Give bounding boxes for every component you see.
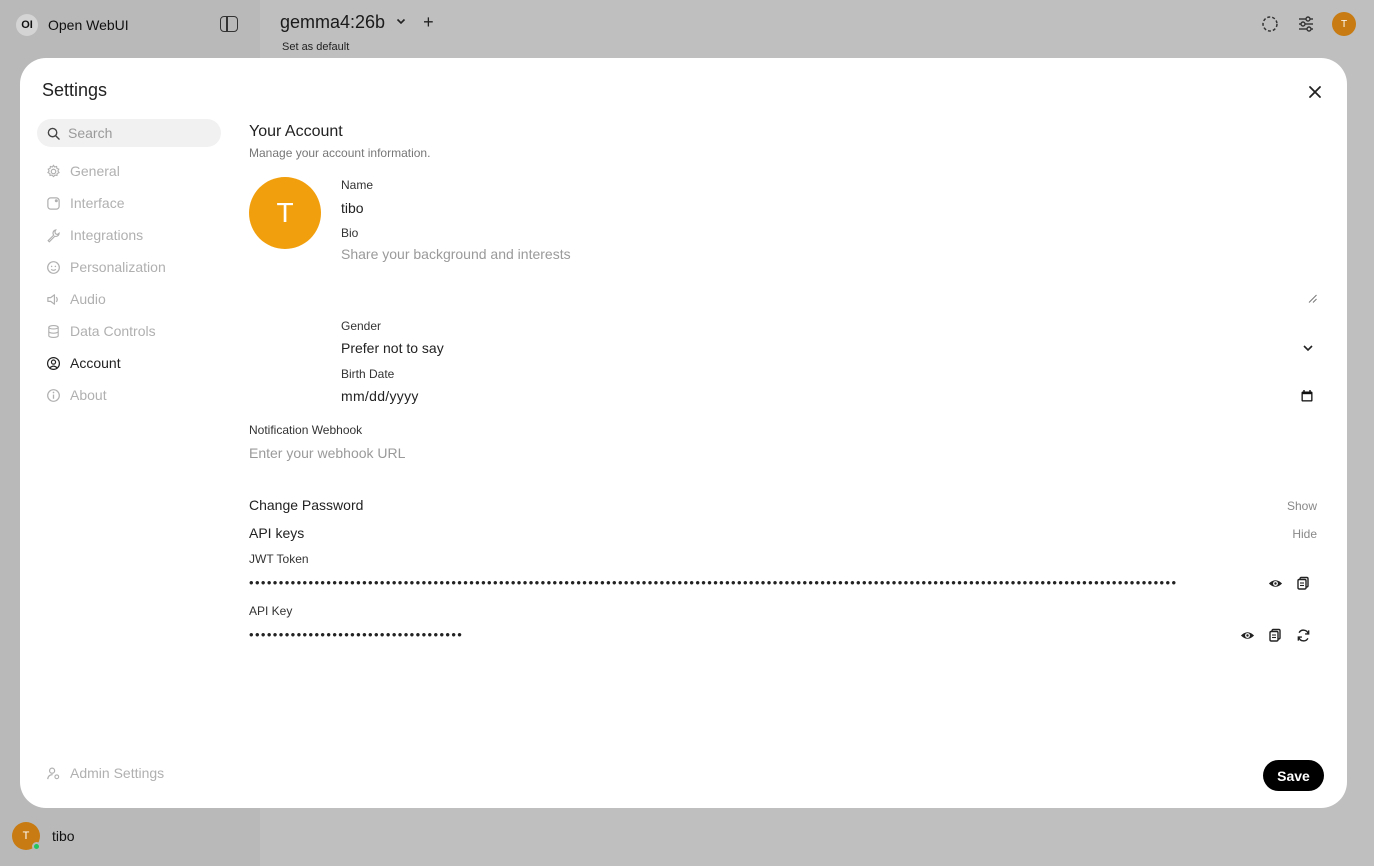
change-password-show-button[interactable]: Show (1287, 499, 1317, 513)
tab-label: About (70, 387, 107, 403)
user-name: tibo (52, 828, 75, 844)
tab-label: Integrations (70, 227, 144, 243)
search-input[interactable] (68, 125, 208, 141)
admin-settings-label: Admin Settings (70, 765, 165, 781)
gear-icon (47, 163, 60, 177)
tab-about[interactable]: About (46, 379, 226, 411)
jwt-token-label: JWT Token (249, 552, 309, 566)
tab-label: Data Controls (70, 323, 156, 339)
api-key-show-button[interactable] (1238, 626, 1256, 644)
clipboard-icon (1269, 628, 1281, 642)
model-name: gemma4:26b (280, 12, 386, 32)
tab-audio[interactable]: Audio (46, 283, 226, 315)
gender-select[interactable]: Prefer not to say (341, 338, 1317, 358)
webhook-input[interactable] (249, 443, 1317, 463)
eye-icon (1268, 579, 1282, 587)
calendar-icon[interactable] (1300, 389, 1314, 403)
api-key-copy-button[interactable] (1266, 626, 1284, 644)
brand-logo: OI (16, 14, 38, 36)
tab-account[interactable]: Account (46, 347, 226, 379)
resize-grip-icon[interactable] (1308, 294, 1317, 303)
api-keys-label: API keys (249, 525, 305, 541)
clipboard-icon (1297, 576, 1309, 590)
refresh-icon (1297, 628, 1309, 642)
set-as-default-link[interactable]: Set as default (282, 41, 349, 53)
chevron-down-icon (395, 15, 407, 30)
online-status-dot (32, 842, 41, 851)
settings-search (37, 119, 221, 147)
jwt-show-button[interactable] (1266, 574, 1284, 592)
info-icon (47, 388, 60, 402)
save-button[interactable]: Save (1263, 760, 1324, 791)
tab-data-controls[interactable]: Data Controls (46, 315, 226, 347)
interface-icon (47, 196, 60, 210)
name-label: Name (341, 178, 374, 192)
modal-title: Settings (42, 80, 108, 100)
speaker-icon (47, 293, 58, 305)
section-subtitle: Manage your account information. (249, 146, 431, 160)
name-input[interactable] (341, 198, 1317, 218)
settings-nav: General Interface Integrations Personali… (46, 155, 226, 411)
temporary-chat-icon[interactable] (1260, 14, 1280, 34)
birth-date-value: mm/dd/yyyy (341, 388, 419, 404)
controls-icon[interactable] (1296, 14, 1316, 34)
face-icon (47, 260, 60, 274)
search-icon (47, 127, 60, 140)
settings-modal: Settings General Interface Integrations … (20, 58, 1347, 808)
birth-date-label: Birth Date (341, 367, 395, 381)
api-key-label: API Key (249, 604, 293, 618)
tab-interface[interactable]: Interface (46, 187, 226, 219)
tab-label: General (70, 163, 120, 179)
webhook-label: Notification Webhook (249, 423, 363, 437)
jwt-copy-button[interactable] (1294, 574, 1312, 592)
wrench-icon (47, 228, 60, 243)
birth-date-input[interactable]: mm/dd/yyyy (341, 386, 1317, 406)
eye-icon (1240, 631, 1254, 639)
brand-name: Open WebUI (48, 17, 129, 33)
profile-avatar[interactable]: T (249, 177, 321, 249)
tab-personalization[interactable]: Personalization (46, 251, 226, 283)
section-title: Your Account (249, 123, 343, 140)
top-user-avatar[interactable]: T (1332, 12, 1356, 36)
user-menu[interactable]: T tibo (12, 822, 75, 851)
chevron-down-icon (1303, 345, 1313, 352)
tab-label: Audio (70, 291, 106, 307)
add-model-icon[interactable]: + (423, 12, 434, 33)
top-toolbar: T (1260, 12, 1356, 36)
account-panel: Your Account Manage your account informa… (249, 58, 1317, 808)
bio-label: Bio (341, 226, 359, 240)
tab-general[interactable]: General (46, 155, 226, 187)
bio-textarea[interactable] (341, 246, 1317, 302)
tab-label: Interface (70, 195, 125, 211)
tab-label: Account (70, 355, 121, 371)
admin-settings-link[interactable]: Admin Settings (46, 757, 164, 789)
gender-value: Prefer not to say (341, 340, 444, 356)
sidebar-toggle-icon[interactable] (220, 16, 238, 32)
model-selector[interactable]: gemma4:26b + (280, 12, 434, 33)
api-key-regenerate-button[interactable] (1294, 626, 1312, 644)
jwt-token-value[interactable]: ••••••••••••••••••••••••••••••••••••••••… (249, 576, 1263, 590)
api-key-value[interactable]: •••••••••••••••••••••••••••••••••••• (249, 628, 549, 642)
admin-user-icon (47, 767, 60, 779)
api-keys-hide-button[interactable]: Hide (1292, 527, 1317, 541)
user-avatar: T (12, 822, 41, 851)
tab-label: Personalization (70, 259, 166, 275)
change-password-label: Change Password (249, 497, 364, 513)
database-icon (48, 324, 59, 338)
user-avatar-initial: T (22, 830, 30, 842)
gender-label: Gender (341, 319, 382, 333)
brand[interactable]: OI Open WebUI (16, 14, 129, 36)
user-circle-icon (46, 356, 61, 370)
tab-integrations[interactable]: Integrations (46, 219, 226, 251)
